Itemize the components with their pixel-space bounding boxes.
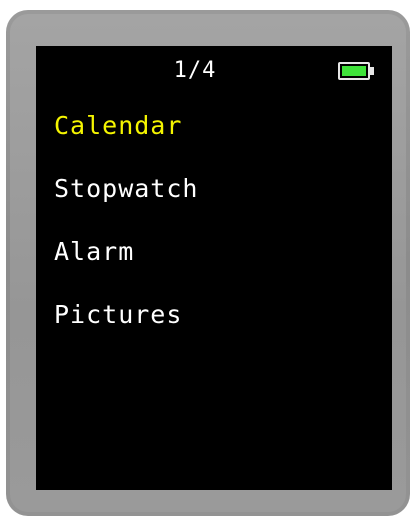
battery-icon [338,62,370,80]
status-bar: 1/4 [36,46,392,96]
battery-cap [370,67,374,75]
main-menu: Calendar Stopwatch Alarm Pictures [54,106,384,358]
menu-item-calendar[interactable]: Calendar [54,106,384,169]
battery-fill [342,66,366,76]
menu-item-stopwatch[interactable]: Stopwatch [54,169,384,232]
menu-item-pictures[interactable]: Pictures [54,295,384,358]
menu-item-alarm[interactable]: Alarm [54,232,384,295]
page-indicator: 1/4 [173,58,217,83]
device-screen: 1/4 Calendar Stopwatch Alarm Pictures [36,46,392,490]
